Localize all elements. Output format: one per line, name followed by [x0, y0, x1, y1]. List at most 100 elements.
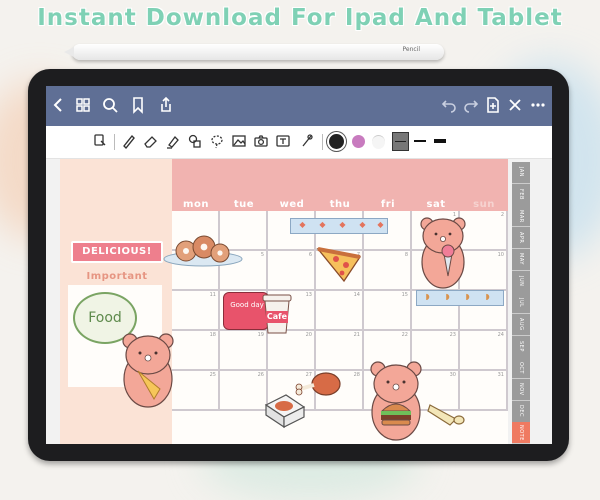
- day-number: 30: [449, 372, 456, 378]
- burrito-sticker[interactable]: [426, 399, 466, 427]
- apple-pencil: Pencil: [64, 44, 444, 60]
- text-icon[interactable]: [274, 132, 292, 150]
- element-icon[interactable]: [298, 132, 316, 150]
- pen-icon[interactable]: [120, 132, 138, 150]
- calendar-cell[interactable]: 14: [316, 291, 364, 331]
- highlighter-icon[interactable]: [164, 132, 182, 150]
- important-label: Important: [86, 271, 148, 282]
- pizza-sticker[interactable]: [314, 243, 364, 283]
- calendar-cell[interactable]: 19: [220, 331, 268, 371]
- bookmark-icon[interactable]: [128, 95, 148, 115]
- pencil-tip: [64, 47, 74, 57]
- croissant-icon: ◗: [425, 292, 430, 301]
- cafe-cup-sticker[interactable]: Cafe: [260, 293, 294, 335]
- day-number: 28: [353, 372, 360, 378]
- day-number: 26: [257, 372, 264, 378]
- weekday-label: wed: [279, 199, 305, 210]
- day-number: 25: [209, 372, 216, 378]
- day-number: 13: [305, 292, 312, 298]
- donuts-sticker[interactable]: [162, 231, 244, 267]
- calendar-cell[interactable]: 6: [268, 251, 316, 291]
- month-tab-may[interactable]: MAY: [512, 248, 530, 271]
- delicious-label: DELICIOUS!: [71, 241, 163, 263]
- weekday-label: mon: [183, 199, 209, 210]
- calendar-cell[interactable]: 20: [268, 331, 316, 371]
- croissant-icon: ◗: [485, 292, 490, 301]
- stroke-thick-button[interactable]: [434, 139, 446, 143]
- shapes-icon[interactable]: [186, 132, 204, 150]
- calendar-cell[interactable]: 26: [220, 371, 268, 411]
- calendar-cell[interactable]: 25: [172, 371, 220, 411]
- more-icon[interactable]: [528, 95, 548, 115]
- month-tab-mar[interactable]: MAR: [512, 205, 530, 228]
- weekday-label: sun: [473, 199, 495, 210]
- month-tab-jul[interactable]: JUL: [512, 292, 530, 315]
- search-icon[interactable]: [100, 95, 120, 115]
- stroke-medium-button[interactable]: [414, 140, 426, 142]
- month-tab-apr[interactable]: APR: [512, 227, 530, 250]
- calendar-cell[interactable]: 11: [172, 291, 220, 331]
- redo-icon[interactable]: [461, 95, 481, 115]
- day-number: 10: [497, 252, 504, 258]
- calendar-cell[interactable]: 18: [172, 331, 220, 371]
- month-tab-jan[interactable]: JAN: [512, 162, 530, 184]
- month-tab-aug[interactable]: AUG: [512, 313, 530, 336]
- month-tab-sep[interactable]: SEP: [512, 335, 530, 358]
- weekday-label: sat: [426, 199, 446, 210]
- day-number: 5: [260, 252, 264, 258]
- calendar-cell[interactable]: 21: [316, 331, 364, 371]
- lasso-icon[interactable]: [208, 132, 226, 150]
- month-tabs: JAN FEB MAR APR MAY JUN JUL AUG SEP OCT NOV DEC NOTE: [512, 162, 530, 444]
- color-swatch-white[interactable]: [372, 135, 385, 149]
- stroke-thin-button[interactable]: [392, 132, 409, 151]
- month-tab-nov[interactable]: NOV: [512, 379, 530, 401]
- chevron-left-icon[interactable]: [49, 95, 69, 115]
- day-number: 15: [401, 292, 408, 298]
- headline: Instant Download For Ipad And Tablet: [37, 5, 563, 31]
- cafe-cup-label: Cafe: [266, 312, 288, 321]
- weekday-label: fri: [380, 199, 396, 210]
- month-tab-oct[interactable]: OCT: [512, 357, 530, 380]
- share-icon[interactable]: [156, 95, 176, 115]
- day-number: 18: [209, 332, 216, 338]
- lasso-hand-icon[interactable]: [91, 132, 109, 150]
- month-tab-jun[interactable]: JUN: [512, 270, 530, 293]
- month-tab-feb[interactable]: FEB: [512, 183, 530, 206]
- color-swatch-black[interactable]: [329, 134, 344, 149]
- add-page-icon[interactable]: [483, 95, 503, 115]
- day-number: 24: [497, 332, 504, 338]
- image-icon[interactable]: [230, 132, 248, 150]
- day-number: 23: [449, 332, 456, 338]
- bear-corn-sticker[interactable]: [120, 329, 176, 409]
- pencil-brand: Pencil: [402, 46, 420, 53]
- lunchbox-sticker[interactable]: [262, 385, 308, 431]
- pizza-slice-icon: ◆: [319, 220, 326, 229]
- close-icon[interactable]: [505, 95, 525, 115]
- eraser-icon[interactable]: [142, 132, 160, 150]
- calendar-cell[interactable]: 31: [460, 371, 508, 411]
- day-number: 22: [401, 332, 408, 338]
- month-tab-note[interactable]: NOTE: [512, 422, 530, 444]
- bear-burger-sticker[interactable]: [368, 357, 424, 443]
- undo-icon[interactable]: [439, 95, 459, 115]
- day-number: 8: [404, 252, 408, 258]
- croissant-icon: ◗: [445, 292, 450, 301]
- bear-icecream-sticker[interactable]: [418, 214, 468, 290]
- weekday-row: mon tue wed thu fri sat sun: [172, 199, 508, 211]
- pizza-slice-icon: ◆: [339, 220, 346, 229]
- day-number: 20: [305, 332, 312, 338]
- month-tab-dec[interactable]: DEC: [512, 400, 530, 423]
- pizza-slice-icon: ◆: [359, 220, 366, 229]
- pizza-slice-icon: ◆: [377, 220, 384, 229]
- day-number: 6: [308, 252, 312, 258]
- day-number: 21: [353, 332, 360, 338]
- calendar-cell[interactable]: 8: [364, 251, 412, 291]
- camera-icon[interactable]: [252, 132, 270, 150]
- day-number: 2: [500, 212, 504, 218]
- calendar-cell[interactable]: 24: [460, 331, 508, 371]
- day-number: 31: [497, 372, 504, 378]
- grid-icon[interactable]: [73, 95, 93, 115]
- croissant-icon: ◗: [465, 292, 470, 301]
- calendar-cell[interactable]: 15: [364, 291, 412, 331]
- color-swatch-purple[interactable]: [352, 135, 365, 148]
